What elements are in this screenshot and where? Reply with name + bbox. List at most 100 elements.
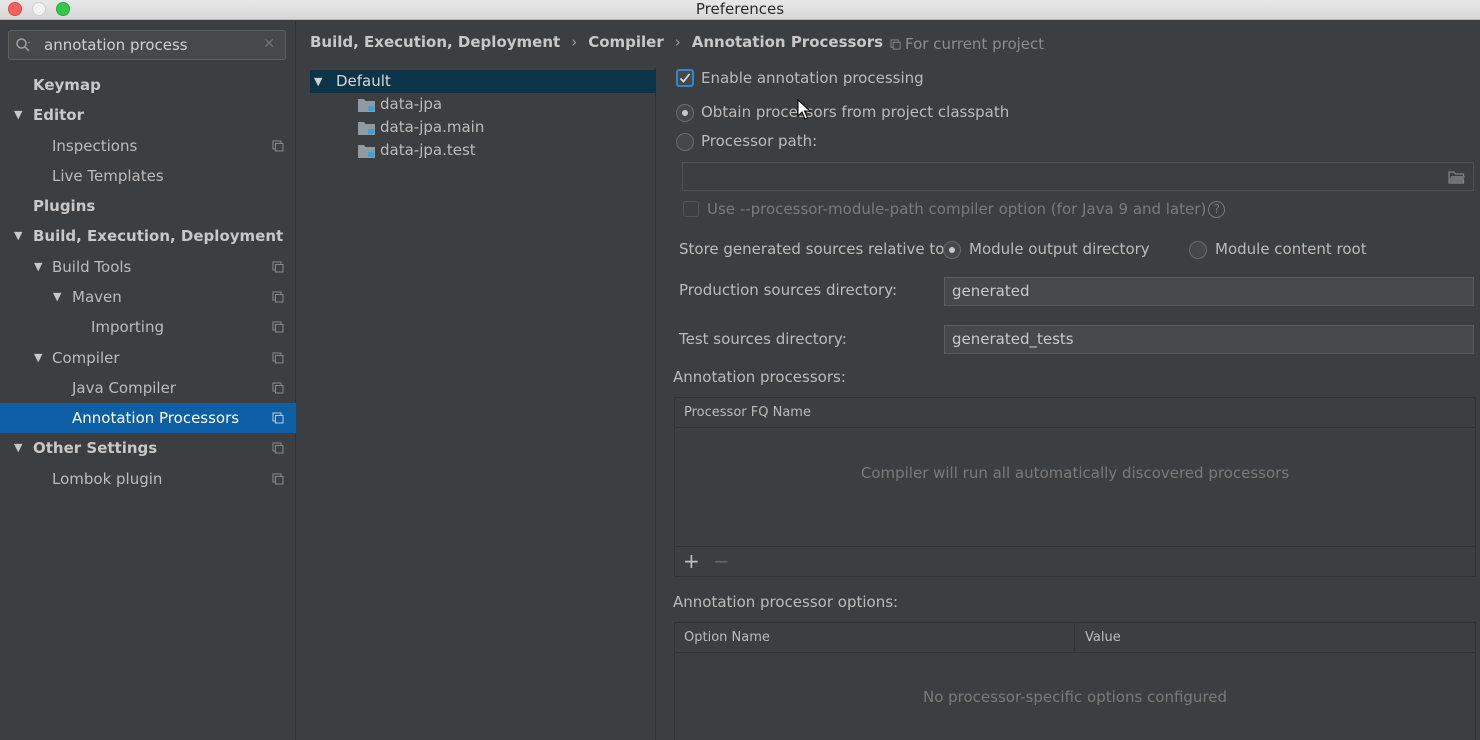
annotation-processors-title: Annotation processors: [673, 368, 846, 386]
sidebar-item-build-execution-deployment[interactable]: ▼ Build, Execution, Deployment [0, 221, 296, 251]
sidebar-item-java-compiler[interactable]: Java Compiler [0, 373, 296, 403]
sidebar-item-other-settings[interactable]: ▼ Other Settings [0, 433, 296, 463]
sidebar-item-importing[interactable]: Importing [0, 312, 296, 342]
annotation-processor-settings: Enable annotation processing Obtain proc… [658, 60, 1480, 740]
processors-toolbar: + − [675, 546, 1475, 576]
breadcrumb-part: Annotation Processors [691, 33, 884, 51]
empty-processors-message: Compiler will run all automatically disc… [860, 464, 1290, 482]
project-scope-icon [272, 291, 284, 303]
module-tree-item[interactable]: data-jpa.main [310, 116, 656, 139]
module-label: data-jpa.test [380, 141, 476, 159]
obtain-from-classpath-radio[interactable] [676, 104, 694, 122]
processor-module-path-checkbox[interactable] [683, 201, 699, 217]
project-scope-icon [890, 39, 901, 50]
sidebar-item-label: Build, Execution, Deployment [33, 227, 284, 245]
sidebar-item-label: Editor [33, 106, 84, 124]
annotation-processors-table[interactable]: Processor FQ Name Compiler will run all … [674, 397, 1476, 577]
sidebar-item-label: Importing [91, 318, 164, 336]
remove-processor-button[interactable]: − [713, 549, 730, 573]
project-scope-icon [272, 382, 284, 394]
store-generated-sources-label: Store generated sources relative to: [679, 240, 950, 258]
expand-arrow-icon[interactable]: ▼ [34, 343, 48, 373]
for-current-project-label: For current project [890, 35, 1044, 53]
expand-arrow-icon[interactable]: ▼ [14, 221, 28, 251]
sidebar-item-plugins[interactable]: Plugins [0, 191, 296, 221]
sidebar-item-label: Live Templates [52, 167, 164, 185]
production-sources-field[interactable]: generated [944, 277, 1474, 306]
module-content-root-label: Module content root [1215, 240, 1367, 258]
add-processor-button[interactable]: + [683, 549, 700, 573]
expand-arrow-icon[interactable]: ▼ [14, 433, 28, 463]
clear-search-icon[interactable]: ✕ [263, 36, 275, 52]
value-column[interactable]: Value [1076, 623, 1121, 653]
table-header: Option Name Value [675, 623, 1475, 653]
module-output-directory-label: Module output directory [969, 240, 1150, 258]
annotation-processor-options-title: Annotation processor options: [673, 593, 899, 611]
processor-module-path-text: Use --processor-module-path compiler opt… [707, 200, 1207, 218]
module-label: Default [336, 72, 391, 90]
window-title: Preferences [695, 0, 785, 18]
enable-annotation-processing-checkbox[interactable] [676, 69, 694, 87]
sidebar-item-live-templates[interactable]: Live Templates [0, 161, 296, 191]
sidebar-item-label: Maven [72, 288, 122, 306]
sidebar-item-annotation-processors[interactable]: Annotation Processors [0, 403, 296, 433]
empty-options-message: No processor-specific options configured [922, 688, 1228, 706]
processor-fq-name-column[interactable]: Processor FQ Name [675, 398, 811, 428]
mouse-cursor-icon [797, 99, 811, 120]
breadcrumb: Build, Execution, Deployment › Compiler › An… [310, 31, 883, 53]
sidebar-item-label: Build Tools [52, 258, 132, 276]
module-content-root-radio[interactable] [1189, 241, 1207, 259]
module-label: data-jpa [380, 95, 443, 113]
sidebar-item-label: Inspections [52, 137, 138, 155]
module-tree: ▼ Default data-jpa data-jpa.main data-jp… [310, 68, 656, 740]
module-folder-icon [358, 145, 375, 158]
expand-arrow-icon[interactable]: ▼ [34, 252, 48, 282]
sidebar-item-compiler[interactable]: ▼ Compiler [0, 343, 296, 373]
sidebar-item-label: Compiler [52, 349, 120, 367]
module-output-directory-radio[interactable] [943, 241, 961, 259]
test-sources-field[interactable]: generated_tests [944, 325, 1474, 354]
expand-arrow-icon[interactable]: ▼ [53, 282, 67, 312]
project-scope-icon [272, 321, 284, 333]
obtain-from-classpath-label: Obtain processors from project classpath [701, 103, 1010, 121]
expand-arrow-icon[interactable]: ▼ [14, 100, 28, 130]
processor-path-label: Processor path: [701, 132, 818, 150]
sidebar-item-editor[interactable]: ▼ Editor [0, 100, 296, 130]
browse-folder-icon[interactable] [1448, 170, 1466, 184]
table-header: Processor FQ Name [675, 398, 1475, 428]
enable-annotation-processing-label: Enable annotation processing [701, 69, 924, 87]
breadcrumb-separator: › [571, 33, 578, 51]
project-scope-icon [272, 473, 284, 485]
sidebar-item-keymap[interactable]: Keymap [0, 70, 296, 100]
sidebar-item-inspections[interactable]: Inspections [0, 131, 296, 161]
processor-path-radio[interactable] [676, 133, 694, 151]
module-tree-default[interactable]: ▼ Default [310, 70, 656, 93]
help-icon[interactable]: ? [1208, 201, 1226, 218]
module-tree-item[interactable]: data-jpa [310, 93, 656, 116]
expand-arrow-icon[interactable]: ▼ [314, 70, 322, 93]
project-scope-icon [272, 352, 284, 364]
sidebar-item-lombok-plugin[interactable]: Lombok plugin [0, 464, 296, 494]
sidebar-item-label: Other Settings [33, 439, 158, 457]
processor-path-field[interactable] [682, 162, 1474, 191]
module-folder-icon [358, 99, 375, 112]
project-scope-icon [272, 412, 284, 424]
module-label: data-jpa.main [380, 118, 485, 136]
breadcrumb-separator: › [674, 33, 681, 51]
module-tree-item[interactable]: data-jpa.test [310, 139, 656, 162]
search-icon [16, 38, 30, 52]
processor-module-path-label: Use --processor-module-path compiler opt… [707, 200, 1226, 218]
search-text: annotation process [44, 36, 188, 54]
breadcrumb-part: Compiler [588, 33, 664, 51]
for-current-project-text: For current project [905, 35, 1045, 53]
sidebar-item-maven[interactable]: ▼ Maven [0, 282, 296, 312]
breadcrumb-part: Build, Execution, Deployment [310, 33, 561, 51]
production-sources-label: Production sources directory: [679, 281, 898, 299]
annotation-processor-options-table[interactable]: Option Name Value No processor-specific … [674, 622, 1476, 740]
sidebar-item-label: Annotation Processors [72, 409, 240, 427]
sidebar-item-label: Plugins [33, 197, 96, 215]
option-name-column[interactable]: Option Name [675, 623, 1075, 653]
search-input[interactable]: annotation process ✕ [8, 30, 286, 60]
sidebar-item-build-tools[interactable]: ▼ Build Tools [0, 252, 296, 282]
checkmark-icon [679, 73, 691, 83]
